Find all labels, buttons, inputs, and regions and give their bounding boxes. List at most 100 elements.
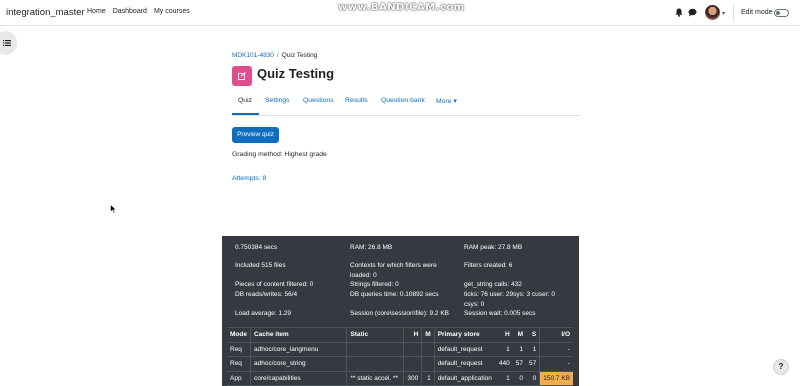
cell-hits: 1 <box>495 371 513 386</box>
col-sets: S <box>525 327 540 343</box>
tab-more-label: More <box>436 98 452 105</box>
site-brand[interactable]: integration_master <box>6 7 85 18</box>
col-mode: Mode <box>227 327 251 343</box>
edit-mode-label: Edit mode <box>741 9 773 16</box>
list-icon <box>3 40 11 46</box>
col-hits: H <box>495 327 513 343</box>
messages-chat-icon[interactable] <box>688 8 697 17</box>
cell-static <box>346 356 404 372</box>
perf-filters-created: Filters created: 6 <box>464 262 513 269</box>
cell-sets: 0 <box>525 371 540 386</box>
quiz-activity-icon <box>232 66 252 86</box>
cell-static-hits: 300 <box>403 371 422 386</box>
cell-io: - <box>539 356 573 372</box>
perf-session-wait: Session wait: 0.005 secs <box>464 310 536 317</box>
course-index-drawer-button[interactable] <box>0 31 17 55</box>
mouse-pointer-icon <box>110 204 117 214</box>
cell-primary-store: default_request <box>433 356 496 372</box>
tab-question-bank[interactable]: Question bank <box>381 97 425 104</box>
perf-ram-peak: RAM peak: 27.8 MB <box>464 244 523 251</box>
tab-settings[interactable]: Settings <box>265 97 290 104</box>
perf-time: 0.750384 secs <box>235 244 278 251</box>
col-static-misses: M <box>421 327 435 343</box>
cell-cache-item: adhoc/core_string <box>249 356 347 372</box>
col-primary-store: Primary store <box>433 327 496 343</box>
navbar-divider <box>733 4 734 22</box>
col-static-hits: H <box>403 327 422 343</box>
edit-mode-toggle[interactable] <box>774 9 789 17</box>
breadcrumb: MDK101-4830/Quiz Testing <box>232 52 317 59</box>
secondary-navigation-tabs: Quiz Settings Questions Results Question… <box>232 95 580 116</box>
table-row: App core/capabilities ** static accel. *… <box>227 371 573 386</box>
cell-mode: App <box>227 371 251 386</box>
cell-io: - <box>539 342 573 357</box>
cell-io-highlighted: 150.7 KB <box>539 371 573 386</box>
user-menu-chevron-down-icon[interactable]: ▾ <box>722 10 725 17</box>
breadcrumb-current: Quiz Testing <box>281 52 318 59</box>
cache-table-header-row: Mode Cache item Static H M Primary store… <box>227 327 573 343</box>
nav-my-courses-link[interactable]: My courses <box>154 8 190 15</box>
cell-static-hits <box>403 356 422 372</box>
perf-db-reads-writes: DB reads/writes: 56/4 <box>235 291 298 298</box>
cell-misses: 57 <box>512 356 526 372</box>
breadcrumb-course-link[interactable]: MDK101-4830 <box>232 52 274 59</box>
breadcrumb-separator: / <box>276 52 279 59</box>
perf-ram: RAM: 26.8 MB <box>350 244 393 251</box>
help-question-icon[interactable]: ? <box>773 359 789 375</box>
col-cache-item: Cache item <box>249 327 347 343</box>
tab-more[interactable]: More ▾ <box>436 97 457 105</box>
top-navbar: integration_master Home Dashboard My cou… <box>0 0 800 26</box>
nav-dashboard-link[interactable]: Dashboard <box>113 8 147 15</box>
cell-static-misses <box>421 356 435 372</box>
perf-contexts-line2: loaded: 0 <box>350 271 377 279</box>
tab-quiz[interactable]: Quiz <box>238 97 252 104</box>
cell-static-hits <box>403 342 422 357</box>
notifications-bell-icon[interactable] <box>675 8 683 17</box>
perf-get-string: get_string calls: 432 <box>464 281 522 288</box>
perf-contexts-line1: Contexts for which filters were <box>350 262 437 269</box>
cell-primary-store: default_application <box>433 371 496 386</box>
cell-cache-item: core/capabilities <box>249 371 347 386</box>
cell-mode: Req <box>227 342 251 357</box>
cell-primary-store: default_request <box>433 342 496 357</box>
active-tab-indicator <box>232 113 259 115</box>
edit-checkbox-icon <box>238 72 246 80</box>
perf-ticks-line1: ticks: 76 user: 29sys: 3 cuser: 0 <box>464 291 556 298</box>
col-static: Static <box>346 327 404 343</box>
cell-misses: 0 <box>512 371 526 386</box>
perf-strings-filtered: Strings filtered: 0 <box>350 281 399 288</box>
cell-static: ** static accel. ** <box>346 371 404 386</box>
page-title: Quiz Testing <box>257 66 335 81</box>
primary-navigation: Home Dashboard My courses <box>87 8 190 15</box>
perf-session-size: Session (core\session\file): 9.2 KB <box>350 310 449 317</box>
cell-cache-item: adhoc/core_langmenu <box>249 342 347 357</box>
performance-info-panel: 0.750384 secs RAM: 26.8 MB RAM peak: 27.… <box>222 236 579 386</box>
user-avatar[interactable] <box>705 5 720 20</box>
cell-static-misses: 1 <box>421 371 435 386</box>
cache-usage-table: Mode Cache item Static H M Primary store… <box>227 327 573 386</box>
preview-quiz-button[interactable]: Preview quiz <box>232 127 279 143</box>
col-misses: M <box>512 327 526 343</box>
perf-db-queries-time: DB queries time: 0.10892 secs <box>350 291 439 298</box>
perf-pieces-filtered: Pieces of content filtered: 0 <box>235 281 314 288</box>
nav-home-link[interactable]: Home <box>87 8 106 15</box>
cell-hits: 1 <box>495 342 513 357</box>
cell-static-misses <box>421 342 435 357</box>
cell-sets: 57 <box>525 356 540 372</box>
grading-method-text: Grading method: Highest grade <box>232 151 327 158</box>
cell-misses: 1 <box>512 342 526 357</box>
tab-results[interactable]: Results <box>345 97 368 104</box>
cell-mode: Req <box>227 356 251 372</box>
tab-questions[interactable]: Questions <box>303 97 334 104</box>
cell-static <box>346 342 404 357</box>
cell-sets: 1 <box>525 342 540 357</box>
bandicam-watermark: www.BANDICAM.com <box>338 2 465 13</box>
col-io: I/O <box>539 327 573 343</box>
cell-hits: 440 <box>495 356 513 372</box>
perf-included-files: Included 515 files <box>235 262 286 269</box>
perf-load-average: Load average: 1.29 <box>235 310 292 317</box>
table-row: Req adhoc/core_langmenu default_request … <box>227 342 573 357</box>
table-row: Req adhoc/core_string default_request 44… <box>227 356 573 372</box>
chevron-down-icon: ▾ <box>451 98 457 105</box>
attempts-link[interactable]: Attempts: 8 <box>232 175 266 182</box>
